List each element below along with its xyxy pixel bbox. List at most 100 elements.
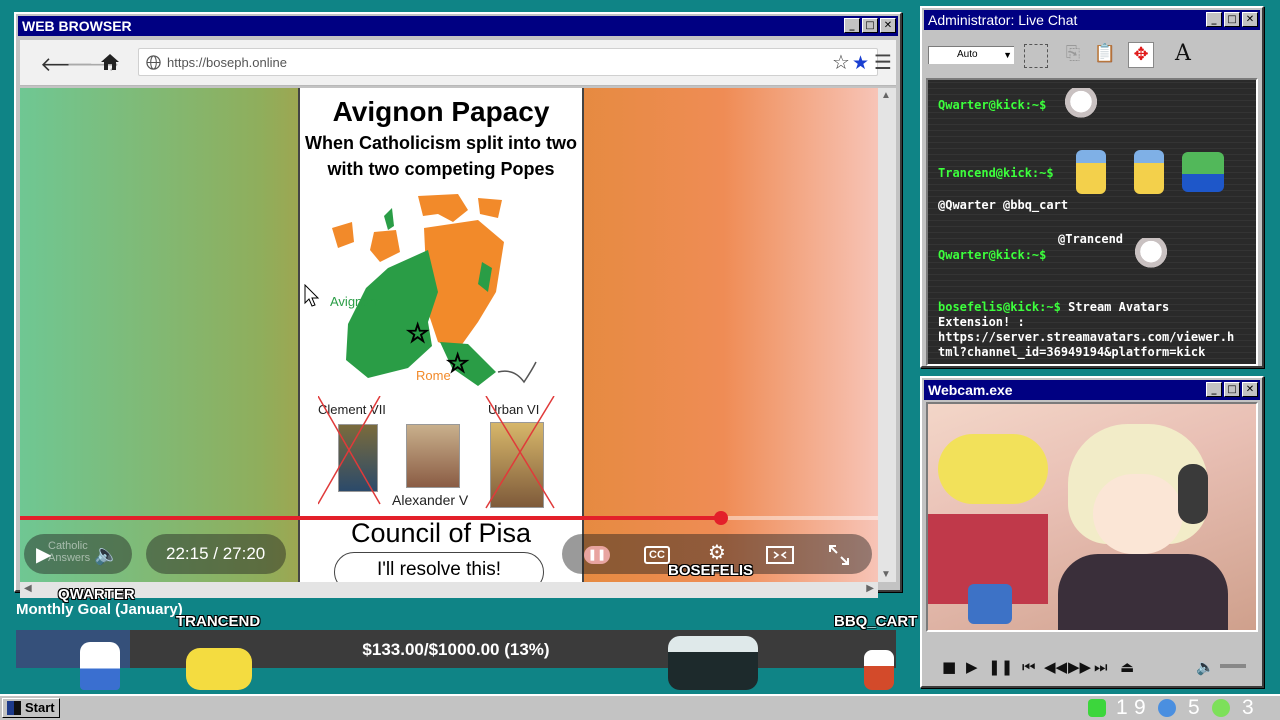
goal-bar: $133.00/$1000.00 (13%) (16, 630, 896, 668)
select-tool-icon[interactable] (1024, 44, 1048, 68)
captions-button[interactable]: CC (644, 546, 670, 564)
scroll-up-icon[interactable]: ▲ (881, 90, 891, 101)
eject-icon[interactable]: ⏏ (1120, 658, 1134, 676)
pope-label-alexander: Alexander V (392, 492, 469, 508)
menu-icon[interactable]: ☰ (874, 50, 892, 74)
video-progress-track[interactable] (20, 511, 878, 525)
minimize-button[interactable]: _ (844, 18, 860, 33)
browser-window: WEB BROWSER _ □ ✕ 🡐 🡒 https://boseph.onl… (14, 12, 902, 598)
chat-username: Qwarter@kick:~$ (938, 248, 1047, 262)
chat-close-button[interactable]: ✕ (1242, 12, 1258, 27)
chat-window: Administrator: Live Chat _ □ ✕ Auto ▼ ⎘ … (920, 6, 1264, 368)
horizontal-scrollbar[interactable]: ◀ ▶ (20, 582, 878, 598)
mouse-cursor-icon (304, 284, 320, 307)
volume-icon[interactable]: 🔈 (94, 542, 119, 566)
settings-gear-icon[interactable]: ⚙ (708, 540, 726, 564)
bookmark-star-icon[interactable]: ☆ (832, 50, 850, 74)
moon-icon[interactable] (1158, 699, 1176, 717)
globe-icon (146, 55, 161, 70)
chat-message-6: bosefelis@kick:~$ Stream Avatars (938, 300, 1169, 314)
chat-mode-dropdown[interactable]: Auto ▼ (928, 46, 1014, 64)
webcam-titlebar[interactable]: Webcam.exe _ □ ✕ (924, 380, 1260, 400)
chevron-down-icon: ▼ (1003, 50, 1012, 60)
vtuber-body (1058, 554, 1228, 630)
webcam-window: Webcam.exe _ □ ✕ ■ ▶ ❚❚ ⏮ ◀◀ ▶▶ ⏭ ⏏ 🔈 (920, 376, 1264, 688)
pause-icon[interactable]: ❚❚ (988, 658, 1013, 676)
pepe-emote (1182, 152, 1224, 192)
avatar-name-bosefelis: BOSEFELIS (668, 562, 754, 579)
fast-forward-icon[interactable]: ▶▶ (1068, 658, 1091, 676)
chat-text: @Qwarter @bbq_cart (938, 198, 1069, 212)
browser-titlebar[interactable]: WEB BROWSER _ □ ✕ (18, 16, 898, 36)
font-icon[interactable]: A (1168, 40, 1198, 70)
map-label-rome: Rome (416, 368, 451, 383)
play-icon[interactable]: ▶ (966, 658, 978, 676)
avatar-sprite-skeleton (80, 642, 120, 690)
slide-subtitle: When Catholicism split into two with two… (300, 130, 582, 182)
pikachu-emote (1134, 150, 1164, 194)
close-button[interactable]: ✕ (880, 18, 896, 33)
chat-minimize-button[interactable]: _ (1206, 12, 1222, 27)
chat-link[interactable]: https://server.streamavatars.com/viewer.… (938, 330, 1234, 344)
speech-bubble: I'll resolve this! (334, 552, 544, 582)
video-slide: Avignon Papacy When Catholicism split in… (298, 88, 584, 582)
chat-message-2: Trancend@kick:~$ (938, 166, 1054, 180)
avatar-sprite-pikachu (186, 648, 252, 690)
video-player[interactable]: Avignon Papacy When Catholicism split in… (20, 88, 878, 582)
vtuber-headphones (1178, 464, 1208, 524)
theater-mode-icon[interactable] (766, 546, 794, 564)
scroll-left-icon[interactable]: ◀ (24, 583, 32, 594)
webcam-close-button[interactable]: ✕ (1242, 382, 1258, 397)
clipboard-icon[interactable]: 📋 (1090, 40, 1120, 70)
cat-emote (1134, 238, 1168, 272)
start-button[interactable]: Start (2, 698, 60, 718)
avatar-sprite-chef (864, 650, 894, 690)
address-bar[interactable]: https://boseph.online ★ (138, 48, 878, 76)
pillow-shape (938, 434, 1048, 504)
chat-titlebar[interactable]: Administrator: Live Chat _ □ ✕ (924, 10, 1260, 30)
council-title: Council of Pisa (350, 518, 532, 548)
chat-message-6-line-4[interactable]: tml?channel_id=36949194&platform=kick (938, 345, 1205, 359)
vertical-scrollbar[interactable]: ▲ ▼ (878, 88, 896, 582)
scroll-down-icon[interactable]: ▼ (881, 569, 891, 580)
chat-title: Administrator: Live Chat (928, 12, 1078, 28)
webcam-maximize-button[interactable]: □ (1224, 382, 1240, 397)
maximize-button[interactable]: □ (862, 18, 878, 33)
volume-slider[interactable] (1220, 664, 1246, 668)
volume-icon[interactable]: 🔈 (1196, 658, 1215, 676)
mug-shape (968, 584, 1012, 624)
slide-subtitle-line-1: When Catholicism split into two (305, 133, 577, 153)
pause-icon[interactable]: ❚❚ (584, 546, 610, 564)
tray-count-1: 1 (1116, 696, 1128, 719)
webcam-title: Webcam.exe (928, 382, 1013, 398)
avatar-name-qwarter: QWARTER (58, 586, 135, 603)
home-icon[interactable] (100, 52, 120, 72)
slide-subtitle-line-2: with two competing Popes (327, 159, 555, 179)
chat-messages[interactable]: Qwarter@kick:~$ Trancend@kick:~$ @Qwarte… (926, 78, 1258, 366)
browser-title: WEB BROWSER (22, 18, 132, 34)
video-progress-knob[interactable] (713, 511, 728, 525)
cat-emote (1064, 88, 1098, 122)
bookmarked-star-icon[interactable]: ★ (852, 52, 869, 74)
webcam-minimize-button[interactable]: _ (1206, 382, 1222, 397)
play-icon[interactable] (1212, 699, 1230, 717)
stop-icon[interactable]: ■ (942, 658, 956, 676)
goal-text: $133.00/$1000.00 (13%) (362, 640, 550, 659)
skip-back-icon[interactable]: ⏮ (1022, 658, 1036, 676)
move-icon[interactable]: ✥ (1128, 42, 1154, 68)
tray-count-2: 9 (1134, 696, 1146, 719)
kick-icon[interactable] (1088, 699, 1106, 717)
url-text: https://boseph.online (167, 55, 287, 70)
chat-link[interactable]: tml?channel_id=36949194&platform=kick (938, 345, 1205, 359)
skip-forward-icon[interactable]: ⏭ (1094, 658, 1108, 676)
windows-logo-icon (7, 701, 21, 715)
copy-icon[interactable]: ⎘ (1058, 40, 1088, 70)
rewind-icon[interactable]: ◀◀ (1044, 658, 1067, 676)
chat-message-6-line-3[interactable]: https://server.streamavatars.com/viewer.… (938, 330, 1234, 344)
scroll-right-icon[interactable]: ▶ (866, 583, 874, 594)
chat-maximize-button[interactable]: □ (1224, 12, 1240, 27)
play-icon[interactable]: ▶ (36, 542, 51, 566)
webcam-view (926, 402, 1258, 632)
fullscreen-icon[interactable] (828, 544, 850, 566)
taskbar: Start 1 9 5 3 (0, 694, 1280, 720)
